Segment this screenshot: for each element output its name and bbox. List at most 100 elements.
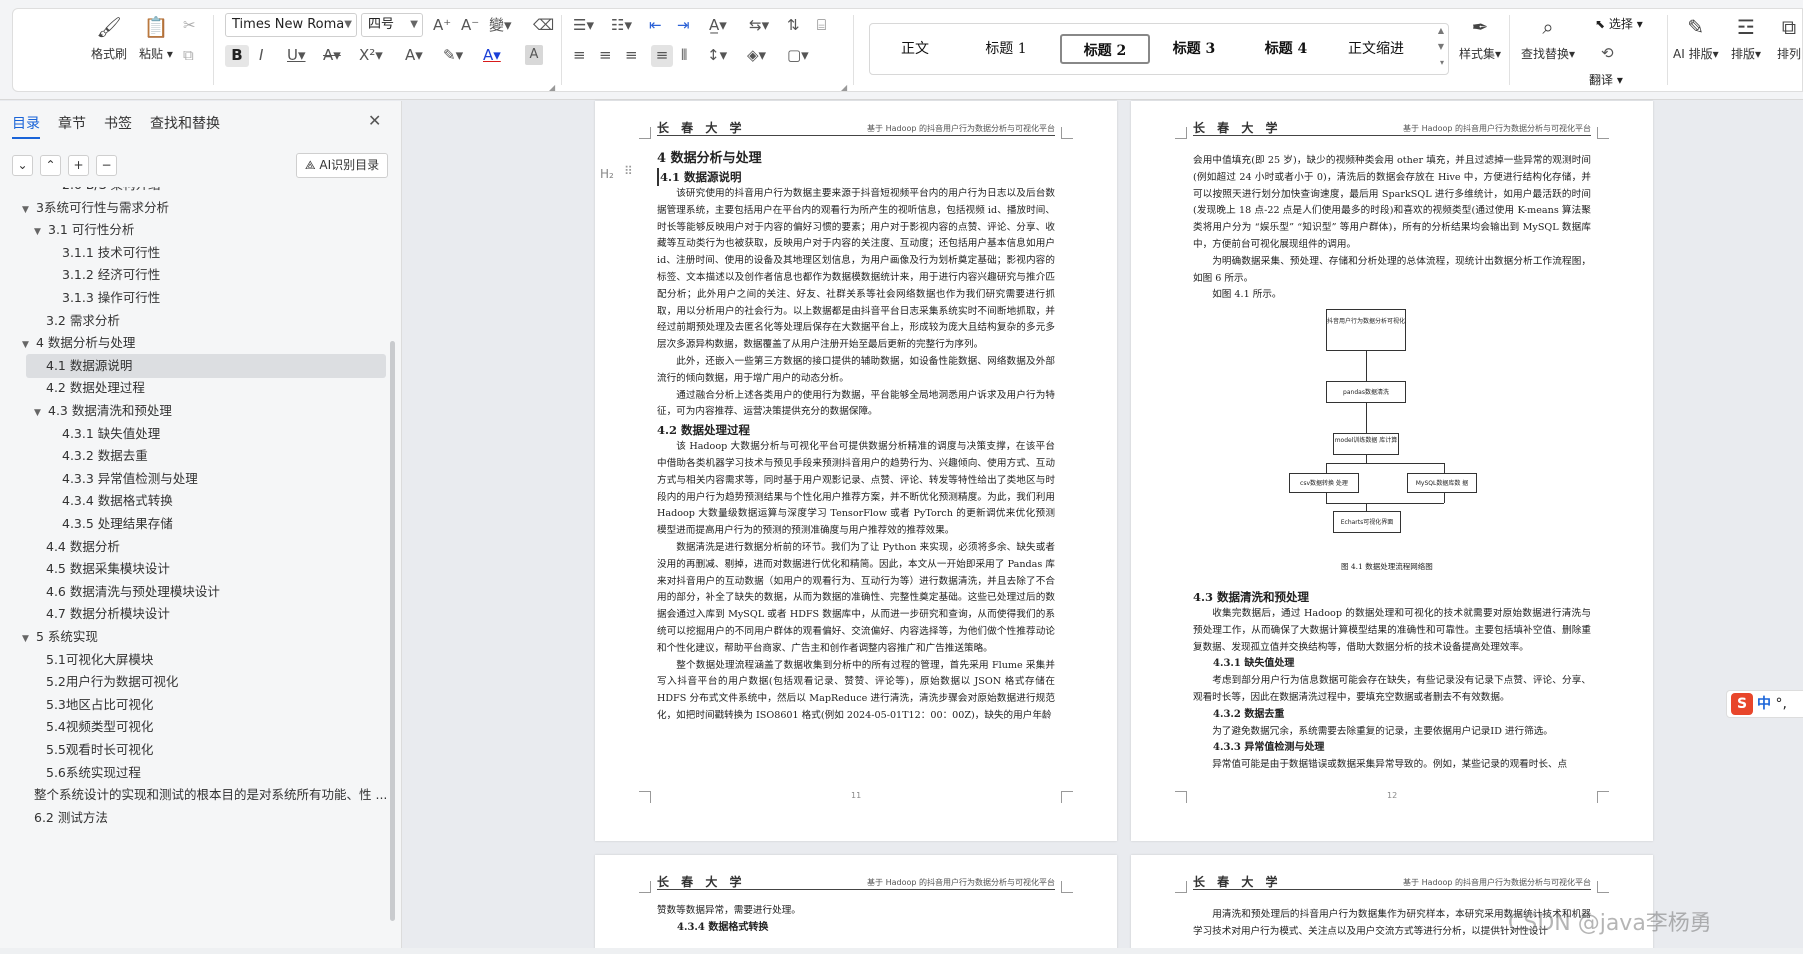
translate-icon[interactable]: ⟲ bbox=[1601, 43, 1614, 63]
toc-item[interactable]: 4.3.4 数据格式转换 bbox=[62, 489, 173, 513]
tab-toc[interactable]: 目录 bbox=[12, 113, 40, 133]
expand-toggle-icon[interactable]: ▼ bbox=[34, 220, 48, 244]
format-painter-button[interactable]: 🖌 格式刷 bbox=[91, 15, 127, 62]
layout-button[interactable]: ☲ 排版▾ bbox=[1731, 15, 1761, 62]
align-right-icon[interactable]: ≡ bbox=[625, 45, 638, 65]
arrange-button[interactable]: ⧉ 排列 bbox=[1777, 15, 1801, 62]
ime-toolbar[interactable]: S中 °, bbox=[1726, 690, 1803, 718]
strikethrough-icon[interactable]: A▾ bbox=[323, 45, 341, 65]
toc-item[interactable]: 4.7 数据分析模块设计 bbox=[46, 602, 170, 626]
cut-icon[interactable]: ✂ bbox=[183, 15, 196, 35]
italic-icon[interactable]: I bbox=[259, 45, 263, 65]
gallery-down-icon[interactable]: ▼ bbox=[1438, 42, 1444, 51]
superscript-icon[interactable]: X²▾ bbox=[359, 45, 383, 65]
phonetic-guide-icon[interactable]: 變▾ bbox=[489, 15, 512, 35]
borders-icon[interactable]: ▢▾ bbox=[787, 45, 809, 65]
text-effect-icon[interactable]: A▾ bbox=[405, 45, 423, 65]
toc-item[interactable]: 5.1可视化大屏模块 bbox=[46, 648, 153, 672]
font-name-select[interactable]: Times New Roma ▼ bbox=[225, 13, 357, 37]
toc-item[interactable]: 整个系统设计的实现和测试的根本目的是对系统所有功能、性 ... bbox=[34, 783, 387, 807]
expand-toggle-icon[interactable]: ▼ bbox=[34, 401, 48, 425]
collapse-all-button[interactable]: ⌄ bbox=[12, 155, 33, 176]
style-normal[interactable]: 正文 bbox=[884, 34, 946, 64]
page-body-top[interactable]: 会用中值填充(即 25 岁)，缺少的视频种类会用 other 填充，并且过滤掉一… bbox=[1193, 153, 1591, 304]
remove-heading-button[interactable]: − bbox=[96, 155, 117, 176]
style-set-button[interactable]: ✒ 样式集▾ bbox=[1459, 15, 1501, 62]
char-shading-icon[interactable]: A bbox=[525, 45, 543, 65]
tab-chapters[interactable]: 章节 bbox=[58, 113, 86, 133]
toc-item[interactable]: 4.3.5 处理结果存储 bbox=[62, 512, 173, 536]
page-body[interactable]: 4 数据分析与处理 4.1 数据源说明 该研究使用的抖音用户行为数据主要来源于抖… bbox=[657, 149, 1055, 725]
toc-item[interactable]: 4.3.2 数据去重 bbox=[62, 444, 148, 468]
add-heading-button[interactable]: + bbox=[68, 155, 89, 176]
chinese-layout-icon[interactable]: A̲▾ bbox=[709, 15, 727, 35]
align-left-icon[interactable]: ≡ bbox=[573, 45, 586, 65]
justify-icon[interactable]: ≡ bbox=[651, 45, 673, 67]
dialog-launcher-icon[interactable]: ◢ bbox=[841, 83, 847, 92]
toc-item[interactable]: ▼ 4 数据分析与处理 bbox=[22, 331, 135, 355]
translate-button[interactable]: 翻译 ▾ bbox=[1589, 71, 1623, 88]
align-center-icon[interactable]: ≡ bbox=[599, 45, 612, 65]
grow-font-icon[interactable]: A⁺ bbox=[433, 15, 451, 35]
toc-item[interactable]: 5.4视频类型可视化 bbox=[46, 715, 153, 739]
style-heading-4[interactable]: 标题 4 bbox=[1248, 34, 1324, 64]
bullet-list-icon[interactable]: ☰▾ bbox=[573, 15, 594, 35]
find-replace-button[interactable]: ⌕ 查找替换▾ bbox=[1521, 15, 1575, 62]
underline-icon[interactable]: U▾ bbox=[287, 45, 306, 65]
toc-item[interactable]: 3.2 需求分析 bbox=[46, 309, 120, 333]
line-spacing-icon[interactable]: ↕▾ bbox=[707, 45, 727, 65]
gallery-up-icon[interactable]: ▲ bbox=[1438, 26, 1444, 35]
toc-item[interactable]: 5.5观看时长可视化 bbox=[46, 738, 153, 762]
paste-button[interactable]: 📋 粘贴 ▾ bbox=[139, 15, 173, 62]
page-body[interactable]: 赞数等数据异常，需要进行处理。 4.3.4 数据格式转换 bbox=[657, 903, 1055, 937]
toc-item[interactable]: ▼ 4.3 数据清洗和预处理 bbox=[34, 399, 172, 423]
numbered-list-icon[interactable]: ☷▾ bbox=[611, 15, 632, 35]
dialog-launcher-icon[interactable]: ◢ bbox=[549, 83, 555, 92]
toc-item[interactable]: 4.5 数据采集模块设计 bbox=[46, 557, 170, 581]
toc-item[interactable]: 6.2 测试方法 bbox=[34, 806, 108, 830]
close-icon[interactable]: ✕ bbox=[368, 111, 381, 130]
toc-item[interactable]: 4.6 数据清洗与预处理模块设计 bbox=[46, 580, 220, 604]
highlight-icon[interactable]: ✎▾ bbox=[443, 45, 463, 65]
toc-item[interactable]: ▼ 3系统可行性与需求分析 bbox=[22, 196, 169, 220]
tab-find-replace[interactable]: 查找和替换 bbox=[150, 113, 220, 133]
decrease-indent-icon[interactable]: ⇤ bbox=[649, 15, 662, 35]
style-heading-2[interactable]: 标题 2 bbox=[1060, 34, 1150, 64]
toc-item[interactable]: 3.1.1 技术可行性 bbox=[62, 241, 160, 265]
bold-icon[interactable]: B bbox=[225, 45, 249, 67]
toc-item[interactable]: ▼ 3.1 可行性分析 bbox=[34, 218, 134, 242]
page-body-bottom[interactable]: 4.3 数据清洗和预处理 收集完数据后，通过 Hadoop 的数据处理和可视化的… bbox=[1193, 588, 1591, 774]
toc-item[interactable]: 4.2 数据处理过程 bbox=[46, 376, 145, 400]
style-body-indent[interactable]: 正文缩进 bbox=[1336, 34, 1416, 64]
pane-scrollbar[interactable] bbox=[390, 341, 395, 921]
show-marks-icon[interactable]: ⌸ bbox=[817, 15, 826, 35]
drag-handle-icon[interactable]: ⠿ bbox=[624, 164, 633, 178]
clear-format-icon[interactable]: ⌫ bbox=[533, 15, 554, 35]
select-button[interactable]: ⬉ 选择 ▾ bbox=[1595, 15, 1643, 32]
font-size-select[interactable]: 四号 ▼ bbox=[361, 13, 423, 37]
distribute-icon[interactable]: ⫴ bbox=[681, 45, 687, 65]
toc-item[interactable]: 4.3.3 异常值检测与处理 bbox=[62, 467, 198, 491]
gallery-expand-icon[interactable]: ▾ bbox=[1440, 58, 1444, 67]
toc-item[interactable]: 5.3地区占比可视化 bbox=[46, 693, 153, 717]
toc-item[interactable]: ▼ 5 系统实现 bbox=[22, 625, 98, 649]
text-direction-icon[interactable]: ⇆▾ bbox=[749, 15, 769, 35]
font-color-icon[interactable]: A▾ bbox=[483, 45, 501, 65]
toc-item[interactable]: 4.3.1 缺失值处理 bbox=[62, 422, 160, 446]
toc-item[interactable]: 5.6系统实现过程 bbox=[46, 761, 141, 785]
ai-toc-button[interactable]: ⟁ AI识别目录 bbox=[296, 153, 388, 178]
shrink-font-icon[interactable]: A⁻ bbox=[461, 15, 479, 35]
toc-item[interactable]: 4.1 数据源说明 bbox=[26, 353, 386, 378]
toc-item[interactable]: 4.4 数据分析 bbox=[46, 535, 120, 559]
toc-item[interactable]: 3.1.3 操作可行性 bbox=[62, 286, 160, 310]
copy-icon[interactable]: ⧉ bbox=[183, 45, 194, 65]
shading-icon[interactable]: ◈▾ bbox=[747, 45, 766, 65]
style-heading-1[interactable]: 标题 1 bbox=[968, 34, 1044, 64]
toc-item[interactable]: 3.1.2 经济可行性 bbox=[62, 263, 160, 287]
tab-bookmarks[interactable]: 书签 bbox=[104, 113, 132, 133]
increase-indent-icon[interactable]: ⇥ bbox=[677, 15, 690, 35]
expand-up-button[interactable]: ⌃ bbox=[40, 155, 61, 176]
toc-item[interactable]: 5.2用户行为数据可视化 bbox=[46, 670, 178, 694]
ai-layout-button[interactable]: ✎ AI 排版▾ bbox=[1673, 15, 1719, 62]
expand-toggle-icon[interactable]: ▼ bbox=[22, 627, 36, 651]
